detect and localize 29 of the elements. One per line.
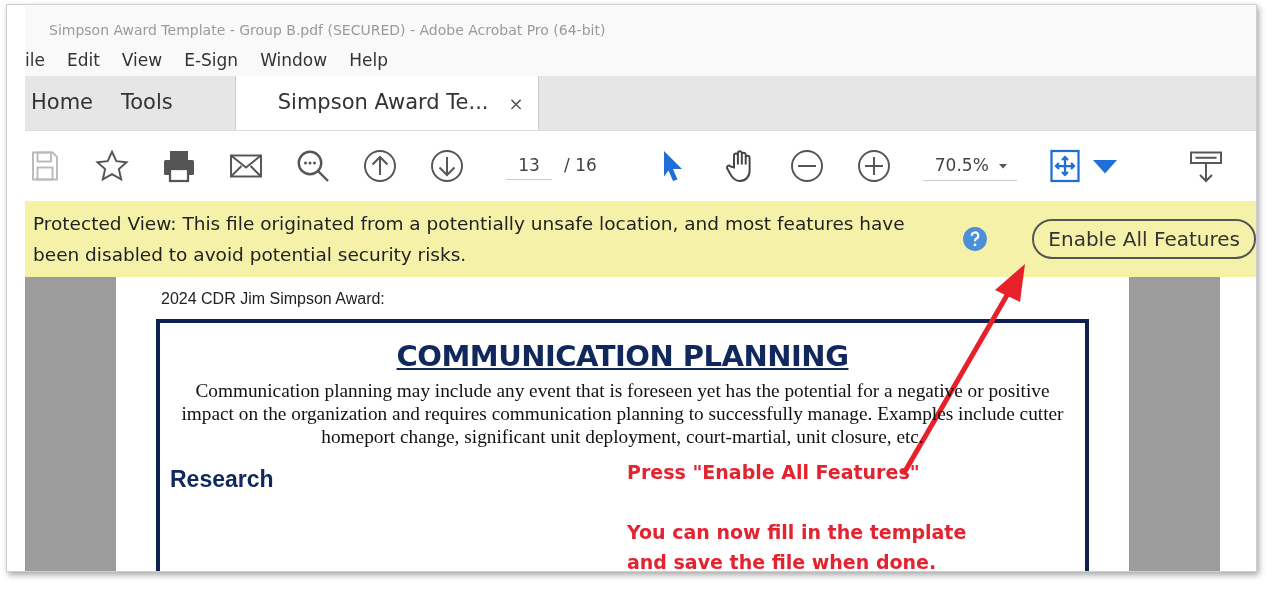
annotation-text: You can now fill in the template	[627, 520, 967, 545]
tab[interactable]: Tools	[115, 76, 195, 130]
zoom-dropdown[interactable]: 70.5%	[922, 150, 1017, 182]
print-icon[interactable]	[161, 148, 197, 184]
tab[interactable]: Home	[25, 76, 115, 130]
zoom-out-icon[interactable]	[788, 148, 825, 184]
search-icon[interactable]	[295, 148, 331, 184]
document-header: 2024 CDR Jim Simpson Award:	[161, 289, 386, 309]
arrow-up-icon[interactable]	[362, 148, 398, 184]
menu-item[interactable]: E-Sign	[184, 47, 247, 74]
menu-item[interactable]: Help	[349, 47, 396, 74]
help-icon[interactable]	[962, 226, 988, 252]
star-icon[interactable]	[94, 148, 130, 184]
window-title: Simpson Award Template - Group B.pdf (SECURED) - Adobe Acrobat Pro (64-bit)	[49, 21, 606, 40]
warning-message: Protected View: This file originated from a potentially unsafe location, and most features have been disabled to avoid potential security risks.	[33, 212, 906, 267]
annotation-text: and save the file when done.	[627, 550, 937, 575]
menu-item[interactable]: Edit	[66, 47, 108, 74]
menu-item[interactable]: Window	[260, 47, 336, 74]
tab[interactable]: Simpson Award Te... ×	[234, 76, 539, 130]
document-title: COMMUNICATION PLANNING	[396, 341, 849, 373]
section-heading: Research	[170, 464, 274, 494]
zoom-in-icon[interactable]	[855, 148, 892, 184]
arrow-down-icon[interactable]	[429, 148, 465, 184]
menu-item[interactable]: View	[121, 47, 171, 74]
page-total: / 16	[564, 154, 597, 178]
menu-item[interactable]: ile	[25, 47, 53, 74]
enable-features-button[interactable]: Enable All Features	[1032, 219, 1256, 259]
annotation-text: Press "Enable All Features"	[627, 460, 920, 485]
close-icon[interactable]: ×	[508, 89, 524, 117]
